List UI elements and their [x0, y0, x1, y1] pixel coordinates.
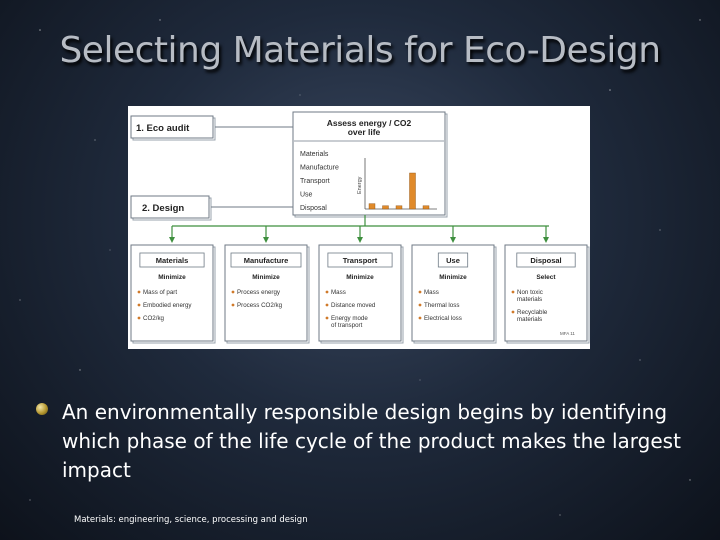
design-label: 2. Design: [142, 203, 184, 214]
eco-audit-box: 1. Eco audit: [130, 115, 216, 141]
phase-box-item: Distance moved: [331, 302, 376, 309]
phase-box-item: Embodied energy: [143, 302, 192, 309]
energy-axis-label: Energy: [357, 176, 363, 194]
phase-box-item: Mass of part: [143, 289, 177, 296]
phase-box-header: Manufacture: [244, 256, 289, 265]
phase-box-item: Non toxic materials: [517, 289, 543, 303]
phase-label: Disposal: [300, 205, 327, 212]
phase-box-item: Mass: [331, 289, 346, 296]
phase-box-sub: Minimize: [158, 274, 186, 281]
energy-bar: [422, 205, 430, 210]
phase-box-sub: Select: [536, 274, 556, 281]
phase-box-item: Mass: [424, 289, 439, 296]
phase-label: Use: [300, 192, 313, 199]
bullet-text: An environmentally responsible design be…: [62, 400, 681, 482]
assess-title-line2: over life: [348, 127, 381, 137]
phase-box-header: Disposal: [530, 256, 561, 265]
phase-box-header: Materials: [156, 256, 189, 265]
phase-label: Materials: [300, 151, 329, 158]
phase-box-item: Process energy: [237, 289, 281, 296]
phase-box-item: Process CO2/kg: [237, 302, 283, 309]
phase-box-item: Thermal loss: [424, 302, 459, 309]
phase-label: Transport: [300, 178, 330, 185]
phase-box-header: Transport: [343, 256, 378, 265]
phase-box-header: Use: [446, 256, 460, 265]
bullet-icon: [36, 403, 48, 415]
slide-footer: Materials: engineering, science, process…: [74, 515, 308, 525]
phase-box-sub: Minimize: [439, 274, 467, 281]
eco-design-diagram: 1. Eco audit 2. Design Assess energy / C…: [128, 106, 590, 349]
phase-box-sub: Minimize: [252, 274, 280, 281]
energy-bar: [368, 203, 376, 210]
phase-box-item: CO2/kg: [143, 315, 165, 322]
energy-bar: [395, 205, 403, 210]
energy-bar: [382, 205, 389, 210]
credit-label: MFA 11: [560, 331, 575, 336]
energy-bar: [409, 172, 416, 210]
slide-title: Selecting Materials for Eco-Design: [59, 30, 661, 71]
phase-box-item: Electrical loss: [424, 315, 462, 322]
phase-box-sub: Minimize: [346, 274, 374, 281]
assess-energy-box: Assess energy / CO2 over life MaterialsM…: [292, 111, 448, 218]
eco-audit-label: 1. Eco audit: [136, 123, 190, 134]
design-box: 2. Design: [130, 195, 212, 221]
phase-label: Manufacture: [300, 165, 339, 172]
